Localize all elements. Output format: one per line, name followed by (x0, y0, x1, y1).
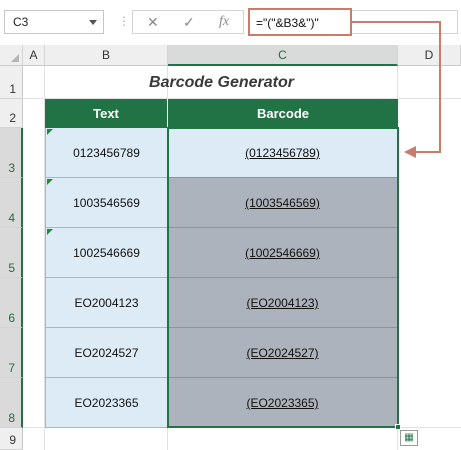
row-header-2[interactable]: 2 (0, 99, 23, 128)
insert-function-icon[interactable]: fx (219, 14, 229, 30)
column-header-d[interactable]: D (398, 45, 461, 66)
row-header-6[interactable]: 6 (0, 278, 23, 328)
text-cell[interactable]: EO2023365 (45, 378, 168, 428)
barcode-cell[interactable]: (EO2004123) (168, 278, 398, 328)
name-box-value: C3 (13, 15, 29, 29)
text-cell[interactable]: EO2024527 (45, 328, 168, 378)
barcode-cell-active[interactable]: (0123456789) (168, 128, 398, 178)
row-header-3[interactable]: 3 (0, 128, 23, 178)
sheet-title[interactable]: Barcode Generator (45, 70, 398, 98)
row-header-9[interactable]: 9 (0, 428, 23, 450)
cancel-icon[interactable]: ✕ (147, 14, 159, 31)
column-header-c[interactable]: C (168, 45, 398, 66)
formula-bar: C3 ✕ ✓ fx ="("&B3&")" (0, 0, 461, 44)
barcode-cell[interactable]: (EO2024527) (168, 328, 398, 378)
text-cell[interactable]: EO2004123 (45, 278, 168, 328)
text-cell[interactable]: 0123456789 (45, 128, 168, 178)
row-header-7[interactable]: 7 (0, 328, 23, 378)
formula-buttons: ✕ ✓ fx (132, 10, 244, 34)
chevron-down-icon[interactable] (89, 20, 97, 25)
quick-analysis-icon[interactable]: ▦ (400, 430, 418, 446)
enter-icon[interactable]: ✓ (183, 14, 195, 31)
barcode-cell[interactable]: (1002546669) (168, 228, 398, 278)
formula-text: ="("&B3&")" (256, 16, 319, 30)
row-header-8[interactable]: 8 (0, 378, 23, 428)
table-header-text[interactable]: Text (45, 99, 168, 128)
formula-input[interactable]: ="("&B3&")" (248, 8, 352, 36)
column-header-b[interactable]: B (45, 45, 168, 66)
text-cell[interactable]: 1002546669 (45, 228, 168, 278)
row-header-1[interactable]: 1 (0, 66, 23, 99)
row-header-5[interactable]: 5 (0, 228, 23, 278)
select-all-button[interactable] (0, 45, 23, 66)
text-cell[interactable]: 1003546569 (45, 178, 168, 228)
formula-bar-grip-icon (118, 14, 130, 30)
table-header-barcode[interactable]: Barcode (168, 99, 398, 128)
barcode-cell[interactable]: (EO2023365) (168, 378, 398, 428)
name-box[interactable]: C3 (4, 10, 104, 34)
formula-input-extension[interactable] (352, 10, 458, 34)
row-header-4[interactable]: 4 (0, 178, 23, 228)
column-header-a[interactable]: A (23, 45, 45, 66)
callout-arrow-head (404, 146, 416, 158)
barcode-cell[interactable]: (1003546569) (168, 178, 398, 228)
